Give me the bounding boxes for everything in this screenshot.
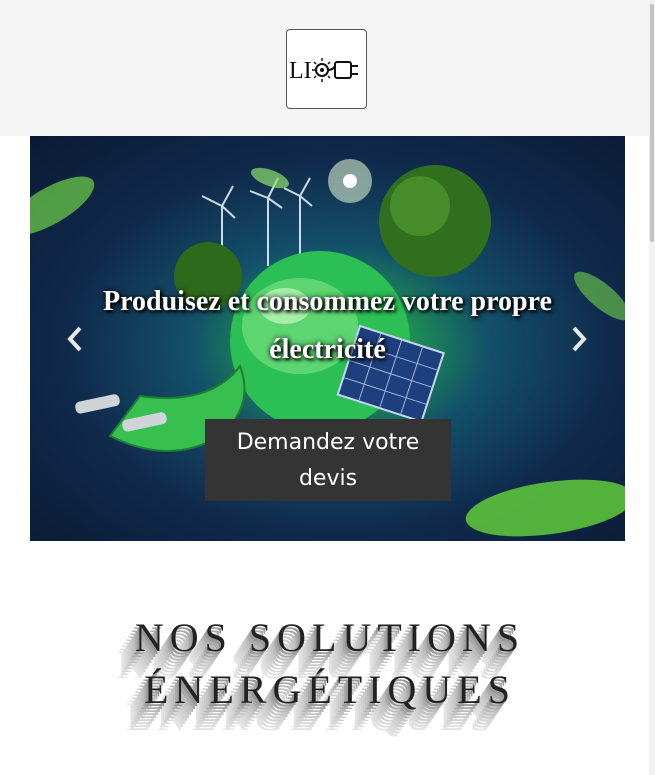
solutions-section: NOS SOLUTIONS ÉNERGÉTIQUES bbox=[60, 600, 560, 775]
hero-headline: Produisez et consommez votre propre élec… bbox=[103, 286, 552, 365]
chevron-left-icon bbox=[67, 326, 82, 352]
hero-carousel[interactable]: Produisez et consommez votre propre élec… bbox=[30, 136, 625, 541]
site-logo[interactable]: LI bbox=[286, 29, 367, 109]
site-header: LI bbox=[0, 0, 655, 136]
section-title: NOS SOLUTIONS ÉNERGÉTIQUES bbox=[134, 615, 526, 712]
chevron-right-icon bbox=[572, 326, 587, 352]
carousel-next-button[interactable] bbox=[564, 322, 594, 356]
page-scrollbar[interactable] bbox=[649, 0, 655, 775]
request-quote-button[interactable]: Demandez votre devis bbox=[205, 419, 451, 501]
logo-text: LI bbox=[289, 58, 312, 84]
scrollbar-thumb[interactable] bbox=[650, 4, 654, 242]
plug-sun-icon bbox=[312, 58, 358, 82]
carousel-prev-button[interactable] bbox=[60, 322, 90, 356]
